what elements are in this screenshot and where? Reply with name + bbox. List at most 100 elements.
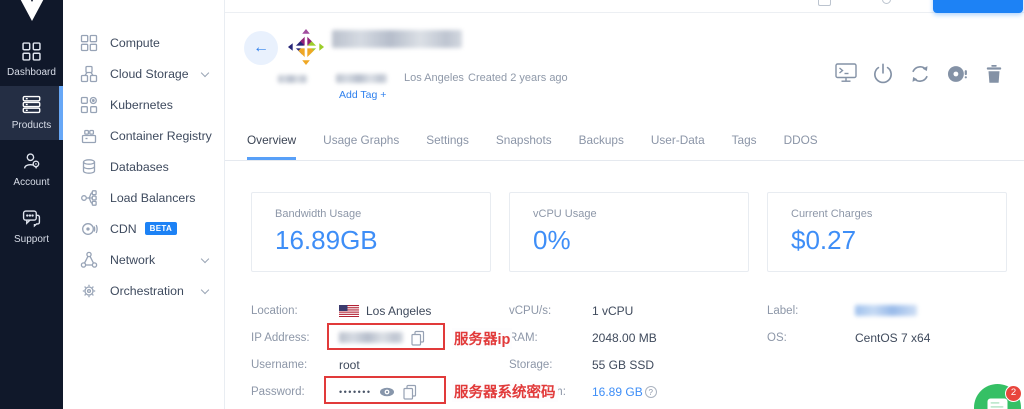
trash-icon [983,63,1005,85]
reinstall-button[interactable] [908,62,932,86]
vcpu-row: vCPU/s: 1 vCPU [509,297,759,324]
sidebar-item-dashboard[interactable]: Dashboard [0,36,63,84]
chat-icon [987,398,1008,409]
tab-usage-graphs[interactable]: Usage Graphs [323,133,399,160]
sidenav-item-compute[interactable]: Compute [63,27,224,58]
bandwidth-value[interactable]: 16.89 GB [592,385,643,399]
location-value: Los Angeles [366,304,431,318]
ip-annotation-box [327,323,445,350]
tab-settings[interactable]: Settings [426,133,469,160]
console-icon [835,63,857,83]
kubernetes-icon [80,96,98,114]
vcpu-usage-card: vCPU Usage 0% [509,192,749,272]
storage-value: 55 GB SSD [592,358,654,372]
power-button[interactable] [871,62,895,86]
sidenav-item-label: CDN [110,222,137,236]
sidenav-item-databases[interactable]: Databases [63,151,224,182]
card-label: vCPU Usage [533,208,725,220]
tab-overview[interactable]: Overview [247,133,296,160]
sidenav-item-orchestration[interactable]: Orchestration [63,275,224,306]
bandwidth-usage-card: Bandwidth Usage 16.89GB [251,192,491,272]
username-label: Username: [251,359,339,371]
chevron-down-icon [201,69,209,77]
databases-icon [80,158,98,176]
card-label: Bandwidth Usage [275,208,467,220]
tab-ddos[interactable]: DDOS [784,133,818,160]
ram-row: RAM: 2048.00 MB [509,324,759,351]
sidenav-item-label: Orchestration [110,284,184,298]
username-row: Username: root [251,351,501,378]
label-label: Label: [767,305,855,317]
location-label: Location: [251,305,339,317]
server-actions [834,62,1006,86]
chevron-down-icon [201,255,209,263]
back-button[interactable]: ← [244,31,278,65]
vcpu-label: vCPU/s: [509,305,592,317]
sidenav-item-label: Container Registry [110,129,212,143]
ip-label: IP Address: [251,332,339,344]
sidenav-item-label: Cloud Storage [110,67,189,81]
vultr-logo-icon [14,0,50,21]
sidenav-item-cdn[interactable]: CDN BETA [63,213,224,244]
card-label: Current Charges [791,208,983,220]
iso-button[interactable] [945,62,969,86]
cloud-storage-icon [80,65,98,83]
server-location: Los Angeles [404,72,464,84]
instance-details: Location: Los Angeles IP Address: [251,297,1017,409]
stat-cards: Bandwidth Usage 16.89GB vCPU Usage 0% Cu… [251,192,1007,272]
ram-label: RAM: [509,332,592,344]
redacted-meta [278,75,307,83]
redacted-label-value [855,305,917,316]
sidebar-item-products[interactable]: Products [0,86,63,140]
sidebar-item-label: Support [14,234,49,245]
sidenav-item-kubernetes[interactable]: Kubernetes [63,89,224,120]
sidenav-item-load-balancers[interactable]: Load Balancers BETA [63,182,224,213]
sidenav-item-label: Load Balancers [110,191,195,205]
products-sidebar: Compute Cloud Storage Kubernetes Contain [63,0,225,409]
power-icon [872,63,894,85]
card-value: 16.89GB [275,225,467,256]
topbar-servers-icon[interactable] [818,0,831,6]
os-value: CentOS 7 x64 [855,331,930,345]
vultr-instance-page: Dashboard Products Account Su [0,0,1024,409]
tab-tags[interactable]: Tags [732,133,757,160]
sidebar-item-support[interactable]: Support [0,203,63,251]
network-icon [80,251,98,269]
sidebar-item-label: Products [12,120,51,131]
cdn-icon [80,220,98,238]
topbar [225,0,1024,13]
sidebar-item-label: Account [13,177,49,188]
add-tag-link[interactable]: Add Tag + [339,89,386,101]
sidebar-item-account[interactable]: Account [0,146,63,194]
delete-button[interactable] [982,62,1006,86]
tab-snapshots[interactable]: Snapshots [496,133,552,160]
ip-annotation-text: 服务器ip [452,328,512,349]
sidebar-item-label: Dashboard [7,67,56,78]
password-annotation-box [324,376,446,404]
redacted-server-name [332,30,462,48]
username-value: root [339,358,360,372]
sidenav-item-container-registry[interactable]: Container Registry [63,120,224,151]
compute-icon [80,34,98,52]
label-row: Label: [767,297,1017,324]
sidenav-item-network[interactable]: Network [63,244,224,275]
storage-row: Storage: 55 GB SSD [509,351,759,378]
container-registry-icon [80,127,98,145]
tab-backups[interactable]: Backups [579,133,624,160]
vcpu-value: 1 vCPU [592,304,633,318]
card-value: 0% [533,225,725,256]
sidenav-item-cloud-storage[interactable]: Cloud Storage [63,58,224,89]
sidenav-item-label: Compute [110,36,160,50]
iso-icon [946,63,968,85]
deploy-button[interactable] [933,0,1023,13]
support-icon [22,209,41,228]
cdn-beta-badge: BETA [145,222,177,235]
console-button[interactable] [834,62,858,86]
tab-user-data[interactable]: User-Data [651,133,705,160]
password-annotation-text: 服务器系统密码 [452,381,558,402]
chat-unread-badge: 2 [1005,385,1022,402]
topbar-help-icon[interactable] [882,0,891,4]
sidenav-item-label: Databases [110,160,169,174]
bandwidth-help-icon[interactable]: ? [645,386,657,398]
dashboard-icon [22,42,41,61]
